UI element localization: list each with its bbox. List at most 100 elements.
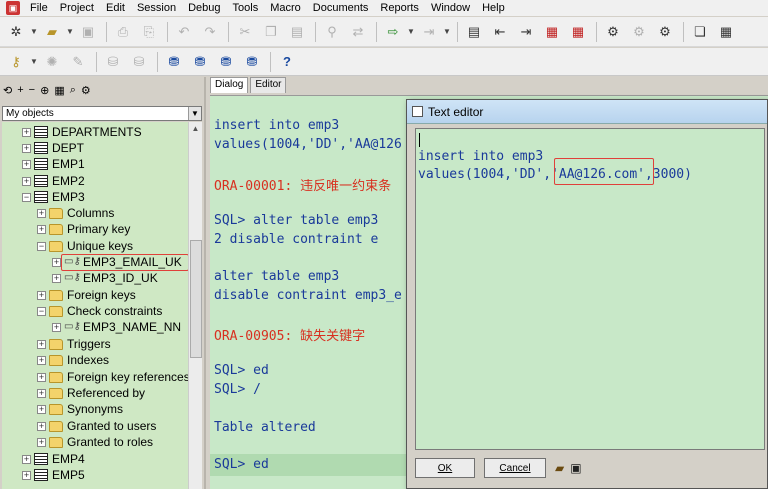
add-icon[interactable]: ⊕ (40, 84, 49, 97)
menu-project[interactable]: Project (54, 0, 100, 16)
tab-editor[interactable]: Editor (250, 77, 287, 93)
collapse-toggle-icon[interactable]: − (22, 192, 31, 202)
expand-toggle-icon[interactable]: + (52, 273, 61, 283)
expand-toggle-icon[interactable]: + (22, 470, 31, 480)
unindent-icon[interactable]: ⇥ (514, 21, 538, 43)
tree-item-indexes[interactable]: + Indexes (37, 352, 109, 368)
print-preview-icon[interactable]: ⎘ (137, 21, 161, 43)
menu-debug[interactable]: Debug (182, 0, 226, 16)
collapse-toggle-icon[interactable]: − (37, 306, 46, 316)
replace-icon[interactable]: ⇄ (346, 21, 370, 43)
key-icon[interactable]: ⚷ (4, 51, 28, 73)
execute-dropdown-icon[interactable]: ▼ (407, 27, 417, 36)
tree-item-synonyms[interactable]: + Synonyms (37, 401, 123, 417)
commit-icon[interactable]: ⛁ (101, 51, 125, 73)
open-dropdown-icon[interactable]: ▼ (66, 27, 76, 36)
window-list-icon[interactable]: ❏ (688, 21, 712, 43)
tree-item-foreign-keys[interactable]: + Foreign keys (37, 287, 136, 303)
tree-item-primary-key[interactable]: + Primary key (37, 221, 130, 237)
open-file-icon[interactable]: ▰ (555, 461, 564, 475)
step-dropdown-icon[interactable]: ▼ (443, 27, 453, 36)
ok-button[interactable]: OK (415, 458, 475, 478)
step-icon[interactable]: ⇥ (417, 21, 441, 43)
expand-icon[interactable]: + (17, 84, 23, 96)
search-icon[interactable]: ⌕ (70, 84, 76, 97)
tree-item-emp5[interactable]: + EMP5 (22, 467, 85, 483)
menu-macro[interactable]: Macro (264, 0, 307, 16)
rollback-icon[interactable]: ⛁ (127, 51, 151, 73)
expand-toggle-icon[interactable]: + (37, 437, 46, 447)
execute-icon[interactable]: ⇨ (381, 21, 405, 43)
tree-item-granted-to-users[interactable]: + Granted to users (37, 418, 156, 434)
tree-item-emp3-id-uk[interactable]: + ▭⚷ EMP3_ID_UK (52, 270, 158, 286)
tree-item-emp4[interactable]: + EMP4 (22, 451, 85, 467)
expand-toggle-icon[interactable]: + (22, 143, 31, 153)
new-dropdown-icon[interactable]: ▼ (30, 27, 40, 36)
tree-item-emp2[interactable]: + EMP2 (22, 173, 85, 189)
expand-toggle-icon[interactable]: + (37, 290, 46, 300)
paste-icon[interactable]: ▤ (285, 21, 309, 43)
tree-scrollbar[interactable]: ▲ (188, 122, 202, 489)
copy-icon[interactable]: ❐ (259, 21, 283, 43)
expand-toggle-icon[interactable]: + (22, 454, 31, 464)
menu-window[interactable]: Window (425, 0, 476, 16)
tree-item-unique-keys[interactable]: − Unique keys (37, 238, 133, 254)
save-icon[interactable]: ▣ (570, 461, 581, 475)
tree-item-referenced-by[interactable]: + Referenced by (37, 385, 145, 401)
tree-item-emp3-name-nn[interactable]: + ▭⚷ EMP3_NAME_NN (52, 319, 181, 335)
scroll-up-icon[interactable]: ▲ (189, 122, 202, 136)
expand-toggle-icon[interactable]: + (37, 404, 46, 414)
expand-toggle-icon[interactable]: + (37, 388, 46, 398)
open-folder-icon[interactable]: ▰ (40, 21, 64, 43)
expand-toggle-icon[interactable]: + (22, 176, 31, 186)
text-editor-area[interactable]: insert into emp3 values(1004,'DD','AA@12… (415, 128, 765, 450)
menu-file[interactable]: File (24, 0, 54, 16)
comment-icon[interactable]: ▦ (540, 21, 564, 43)
expand-toggle-icon[interactable]: + (52, 257, 61, 267)
menu-help[interactable]: Help (476, 0, 511, 16)
tree-item-dept[interactable]: + DEPT (22, 140, 84, 156)
scrollbar-thumb[interactable] (190, 240, 202, 358)
collapse-toggle-icon[interactable]: − (37, 241, 46, 251)
tree-item-columns[interactable]: + Columns (37, 205, 114, 221)
save-icon[interactable]: ▣ (76, 21, 100, 43)
expand-toggle-icon[interactable]: + (22, 159, 31, 169)
expand-toggle-icon[interactable]: + (37, 372, 46, 382)
help-icon[interactable]: ? (275, 51, 299, 73)
menu-session[interactable]: Session (131, 0, 182, 16)
db-stop-icon[interactable]: ⛃ (240, 51, 264, 73)
db-icon[interactable]: ⛃ (162, 51, 186, 73)
expand-toggle-icon[interactable]: + (52, 322, 61, 332)
menu-reports[interactable]: Reports (374, 0, 425, 16)
chevron-down-icon[interactable]: ▼ (188, 107, 201, 120)
filter-icon[interactable]: ▦ (54, 84, 64, 97)
disconnect-icon[interactable]: ⚙ (627, 21, 651, 43)
expand-toggle-icon[interactable]: + (37, 224, 46, 234)
compile-icon[interactable]: ✺ (40, 51, 64, 73)
redo-icon[interactable]: ↷ (198, 21, 222, 43)
tree-item-departments[interactable]: + DEPARTMENTS (22, 124, 142, 140)
tile-icon[interactable]: ▦ (714, 21, 738, 43)
cut-icon[interactable]: ✂ (233, 21, 257, 43)
tab-dialog[interactable]: Dialog (210, 77, 249, 93)
tree-item-check-constraints[interactable]: − Check constraints (37, 303, 162, 319)
debug-icon[interactable]: ✎ (66, 51, 90, 73)
refresh-icon[interactable]: ⟲ (3, 84, 12, 97)
tree-item-triggers[interactable]: + Triggers (37, 336, 111, 352)
tree-item-foreign-key-references[interactable]: + Foreign key references (37, 369, 188, 385)
tree-item-emp3[interactable]: − EMP3 (22, 189, 85, 205)
connect-icon[interactable]: ⚙ (601, 21, 625, 43)
dialog-title-bar[interactable]: Text editor (407, 100, 767, 124)
tree-item-emp1[interactable]: + EMP1 (22, 156, 85, 172)
db-log-icon[interactable]: ⛃ (214, 51, 238, 73)
collapse-icon[interactable]: − (29, 84, 35, 96)
key-dropdown-icon[interactable]: ▼ (30, 57, 40, 66)
menu-documents[interactable]: Documents (307, 0, 375, 16)
sql-window-icon[interactable]: ▤ (462, 21, 486, 43)
cancel-button[interactable]: Cancel (484, 458, 546, 478)
find-icon[interactable]: ⚲ (320, 21, 344, 43)
object-filter-select[interactable]: My objects ▼ (2, 106, 202, 121)
menu-tools[interactable]: Tools (227, 0, 265, 16)
expand-toggle-icon[interactable]: + (37, 208, 46, 218)
uncomment-icon[interactable]: ▦ (566, 21, 590, 43)
